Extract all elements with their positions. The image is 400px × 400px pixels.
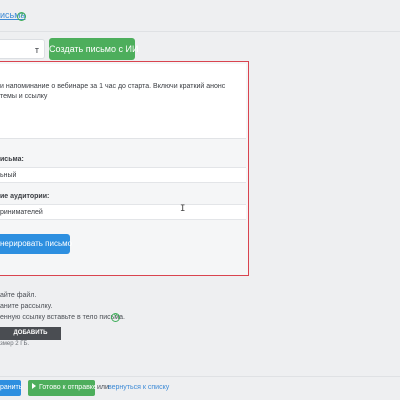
tone-label: исьма: — [0, 156, 24, 163]
ready-to-send-button[interactable]: Готово к отправке — [28, 380, 97, 396]
attachment-hint-3: енную ссылку вставьте в тело письма. — [0, 314, 125, 321]
attachment-hint-1: айте файл. — [0, 292, 37, 299]
attachment-help-icon[interactable]: ? — [111, 313, 120, 322]
audience-label: ие аудитории: — [0, 193, 50, 200]
prompt-text: и напоминание о вебинаре за 1 час до ста… — [0, 83, 228, 100]
play-icon — [32, 383, 36, 389]
generate-letter-button[interactable]: нерировать письмо — [0, 234, 72, 254]
attachment-hint-2: аните рассылку. — [0, 303, 53, 310]
text-mailing-button[interactable]: т рассылки — [0, 39, 45, 75]
tone-field[interactable]: ьный — [0, 167, 246, 183]
file-size-note: змер 2 ГБ. — [0, 341, 30, 347]
top-divider — [0, 31, 400, 32]
ready-to-send-label: Готово к отправке — [39, 384, 97, 391]
back-to-list-link[interactable]: вернуться к списку — [108, 384, 169, 391]
audience-field[interactable]: ринимателей — [0, 204, 246, 220]
create-with-ai-button[interactable]: Создать письмо с ИИ — [49, 38, 138, 60]
add-file-button[interactable]: ДОБАВИТЬ — [0, 327, 61, 340]
help-icon[interactable]: ? — [17, 12, 26, 21]
save-button[interactable]: ранить — [0, 380, 22, 396]
bottom-divider — [0, 376, 400, 377]
text-cursor-icon: I — [180, 204, 186, 214]
